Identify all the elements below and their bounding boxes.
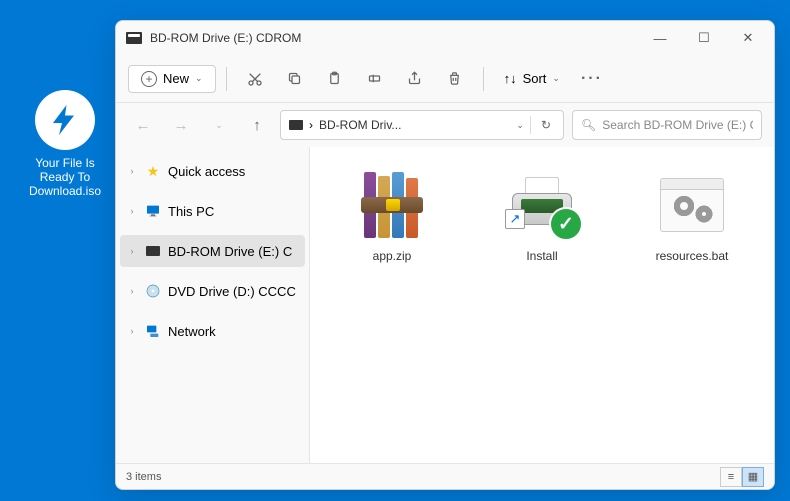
chevron-right-icon: ›	[126, 206, 138, 216]
zip-archive-icon	[364, 172, 420, 238]
address-path: BD-ROM Driv...	[319, 118, 510, 132]
file-explorer-window: BD-ROM Drive (E:) CDROM — ☐ ✕ + New ⌄ ↑↓…	[115, 20, 775, 490]
nav-network[interactable]: › Network	[120, 315, 305, 347]
sort-icon: ↑↓	[504, 71, 517, 86]
navigation-pane: › ★ Quick access › This PC › BD-ROM Driv…	[116, 147, 310, 463]
network-icon	[144, 322, 162, 340]
chevron-right-icon: ›	[126, 286, 138, 296]
sort-button[interactable]: ↑↓ Sort ⌄	[494, 66, 570, 91]
desktop-icon-label: Your File Is Ready To Download.iso	[20, 156, 110, 198]
back-button[interactable]: ←	[128, 110, 158, 140]
file-install[interactable]: ✓ ↗ Install	[472, 159, 612, 271]
monitor-icon	[144, 202, 162, 220]
nav-bdrom-drive[interactable]: › BD-ROM Drive (E:) C	[120, 235, 305, 267]
file-resources-bat[interactable]: resources.bat	[622, 159, 762, 271]
status-bar: 3 items ≡ ▦	[116, 463, 774, 489]
disc-icon	[144, 282, 162, 300]
copy-button[interactable]	[277, 62, 313, 96]
file-app-zip[interactable]: app.zip	[322, 159, 462, 271]
chevron-down-icon[interactable]: ⌄	[516, 120, 524, 131]
chevron-down-icon: ⌄	[195, 73, 203, 84]
cut-button[interactable]	[237, 62, 273, 96]
desktop-iso-file[interactable]: Your File Is Ready To Download.iso	[20, 90, 110, 198]
chevron-right-icon: ›	[126, 326, 138, 336]
plus-icon: +	[141, 71, 157, 87]
paste-button[interactable]	[317, 62, 353, 96]
new-button[interactable]: + New ⌄	[128, 65, 216, 93]
address-bar[interactable]: › BD-ROM Driv... ⌄ ↻	[280, 110, 564, 140]
star-icon: ★	[144, 162, 162, 180]
more-button[interactable]: ···	[574, 62, 610, 96]
search-input[interactable]: 🔍︎ Search BD-ROM Drive (E:) CD...	[572, 110, 762, 140]
window-title: BD-ROM Drive (E:) CDROM	[150, 31, 638, 45]
rename-button[interactable]	[357, 62, 393, 96]
item-count: 3 items	[126, 471, 720, 483]
details-view-button[interactable]: ≡	[720, 467, 742, 487]
maximize-button[interactable]: ☐	[682, 23, 726, 53]
icons-view-button[interactable]: ▦	[742, 467, 764, 487]
cdrom-icon	[144, 242, 162, 260]
up-button[interactable]: ↑	[242, 110, 272, 140]
cdrom-icon	[289, 120, 303, 130]
recent-dropdown[interactable]: ⌄	[204, 110, 234, 140]
file-list[interactable]: app.zip ✓ ↗ Install resour	[310, 147, 774, 463]
search-icon: 🔍︎	[581, 118, 596, 132]
nav-dvd-drive[interactable]: › DVD Drive (D:) CCCC	[120, 275, 305, 307]
batch-file-icon	[660, 178, 724, 232]
refresh-button[interactable]: ↻	[537, 118, 555, 132]
delete-button[interactable]	[437, 62, 473, 96]
navigation-bar: ← → ⌄ ↑ › BD-ROM Driv... ⌄ ↻ 🔍︎ Search B…	[116, 103, 774, 147]
shortcut-arrow-icon: ↗	[505, 209, 525, 229]
printer-install-icon: ✓ ↗	[507, 175, 577, 235]
titlebar[interactable]: BD-ROM Drive (E:) CDROM — ☐ ✕	[116, 21, 774, 55]
chevron-down-icon: ⌄	[552, 73, 560, 84]
chevron-right-icon: ›	[126, 246, 138, 256]
nav-this-pc[interactable]: › This PC	[120, 195, 305, 227]
chevron-right-icon: ›	[126, 166, 138, 176]
command-bar: + New ⌄ ↑↓ Sort ⌄ ···	[116, 55, 774, 103]
cdrom-icon	[126, 32, 142, 44]
minimize-button[interactable]: —	[638, 23, 682, 53]
share-button[interactable]	[397, 62, 433, 96]
forward-button[interactable]: →	[166, 110, 196, 140]
lightning-icon	[35, 90, 95, 150]
nav-quick-access[interactable]: › ★ Quick access	[120, 155, 305, 187]
close-button[interactable]: ✕	[726, 23, 770, 53]
